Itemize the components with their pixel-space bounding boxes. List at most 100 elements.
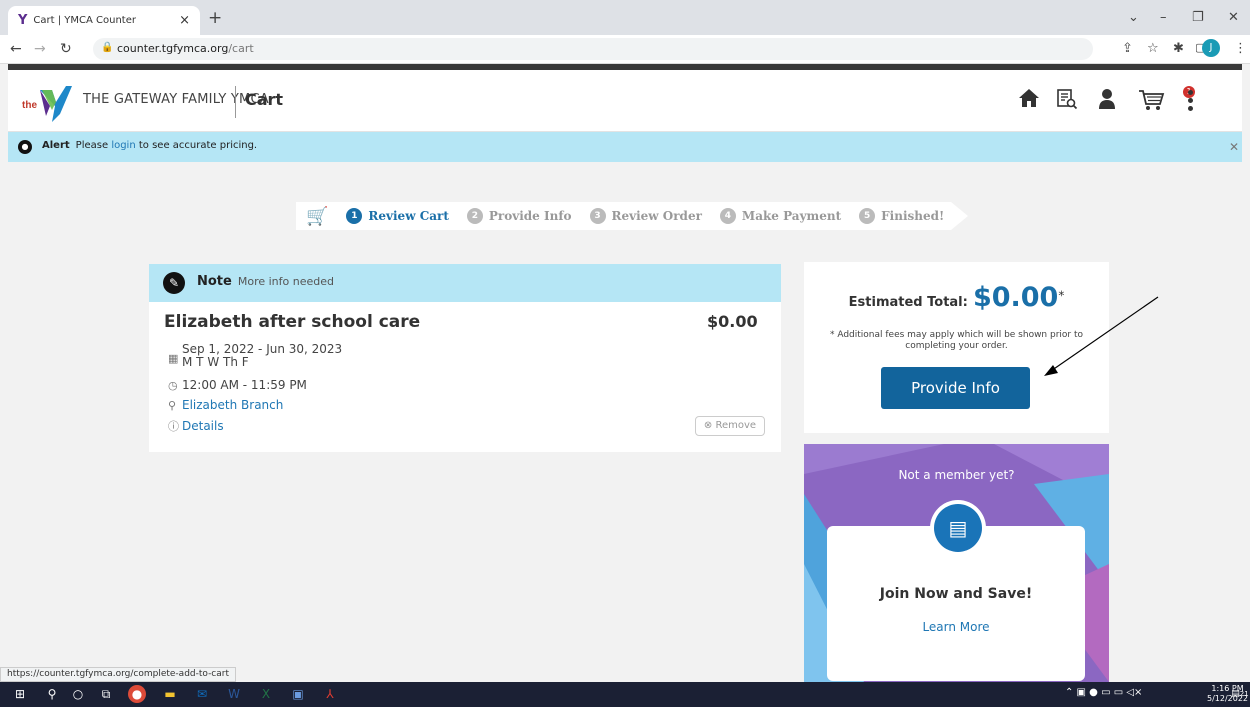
minimize-button[interactable]: – [1160, 10, 1167, 25]
notification-center-icon[interactable]: ▤21 [1230, 685, 1250, 703]
outlook-icon[interactable]: ✉ [192, 685, 212, 703]
step-label: Review Cart [368, 209, 449, 223]
tab-search-chevron-icon[interactable]: ⌄ [1128, 10, 1139, 25]
file-explorer-icon[interactable]: ▬ [160, 685, 180, 703]
shopping-cart-icon[interactable] [1138, 88, 1166, 112]
ymca-favicon-icon: Y [18, 13, 28, 28]
tab-title: Cart | YMCA Counter [33, 15, 136, 26]
step-make-payment: 4 Make Payment [719, 208, 842, 224]
step-review-order: 3 Review Order [589, 208, 702, 224]
item-price: $0.00 [707, 312, 758, 331]
alert-text-after: to see accurate pricing. [135, 140, 258, 151]
remote-desktop-icon[interactable]: ▣ [288, 685, 308, 703]
clock-icon: ◷ [168, 379, 178, 392]
learn-more-link[interactable]: Learn More [827, 620, 1085, 634]
item-name: Elizabeth after school care [164, 312, 421, 332]
new-tab-button[interactable]: + [208, 8, 222, 28]
notification-count: 21 [1239, 690, 1249, 698]
checkout-stepper: 🛒 1 Review Cart 2 Provide Info 3 Review Ord… [296, 202, 968, 230]
alert-label: Alert [42, 140, 70, 151]
note-label: Note [197, 274, 232, 289]
annotation-arrow [1044, 296, 1159, 376]
windows-taskbar [0, 682, 1250, 707]
url-path: /cart [228, 42, 254, 55]
stepper-cart-icon: 🛒 [306, 205, 329, 227]
join-now-heading: Join Now and Save! [879, 586, 1033, 602]
excel-icon[interactable]: X [256, 685, 276, 703]
forward-arrow-icon[interactable]: → [34, 41, 46, 57]
estimated-total-label: Estimated Total: [848, 295, 968, 310]
status-bar-url: https://counter.tgfymca.org/complete-add… [0, 667, 237, 682]
windows-start-icon[interactable]: ⊞ [10, 685, 30, 703]
window-close-button[interactable]: ✕ [1228, 10, 1239, 25]
step-label: Finished! [881, 209, 945, 223]
tab-close-icon[interactable]: × [179, 13, 190, 28]
item-time: 12:00 AM - 11:59 PM [182, 378, 307, 392]
task-view-icon[interactable]: ⧉ [96, 685, 116, 703]
page-title: Cart [245, 90, 284, 109]
word-icon[interactable]: W [224, 685, 244, 703]
item-branch-link[interactable]: ⚲ Elizabeth Branch [168, 398, 283, 412]
item-dates: ▦Sep 1, 2022 - Jun 30, 2023 M T W Th F [168, 343, 342, 369]
item-details: Details [182, 419, 224, 433]
provide-info-button[interactable]: Provide Info [881, 367, 1030, 409]
step-number: 4 [719, 208, 736, 224]
step-label: Provide Info [488, 209, 572, 223]
ymca-logo[interactable]: the [22, 80, 72, 122]
login-link[interactable]: login [111, 140, 135, 151]
step-finished: 5 Finished! [859, 208, 944, 224]
extensions-puzzle-icon[interactable]: ✱ [1173, 41, 1184, 56]
item-branch: Elizabeth Branch [182, 398, 284, 412]
step-number: 2 [466, 208, 483, 224]
alert-close-icon[interactable]: ✕ [1229, 140, 1239, 154]
profile-avatar[interactable]: J [1202, 39, 1220, 57]
url-domain: counter.tgfymca.org [117, 42, 229, 55]
account-user-icon[interactable] [1098, 88, 1116, 110]
remove-label: Remove [715, 420, 757, 431]
acrobat-icon[interactable]: ⅄ [320, 685, 340, 703]
item-days: M T W Th F [182, 355, 249, 369]
promo-title: Not a member yet? [898, 468, 1015, 482]
calendar-icon: ▦ [168, 352, 179, 365]
step-number: 3 [589, 208, 606, 224]
system-tray[interactable]: ⌃ ▣ ● ▭ ▭ ◁× [1065, 687, 1142, 698]
note-text: More info needed [237, 275, 334, 288]
remove-item-button[interactable]: ⊗ Remove [695, 416, 765, 436]
reload-icon[interactable]: ↻ [60, 41, 72, 57]
receipt-search-icon[interactable] [1056, 88, 1078, 110]
step-label: Make Payment [741, 209, 842, 223]
bookmark-star-icon[interactable]: ☆ [1147, 41, 1159, 56]
brand-divider [235, 86, 236, 118]
item-note-bar: ✎ Note More info needed [149, 264, 781, 302]
logo-the-text: the [22, 100, 37, 111]
step-number: 5 [859, 208, 876, 224]
item-date-range: Sep 1, 2022 - Jun 30, 2023 [182, 342, 343, 356]
maximize-button[interactable]: ❐ [1192, 10, 1204, 25]
remove-x-icon: ⊗ [703, 420, 713, 431]
site-menu-icon[interactable] [1188, 90, 1194, 114]
share-icon[interactable]: ⇪ [1122, 41, 1133, 56]
membership-card-icon: ▤ [930, 500, 986, 556]
location-pin-icon: ⚲ [168, 399, 177, 412]
step-provide-info: 2 Provide Info [466, 208, 572, 224]
browser-tab[interactable]: Y Cart | YMCA Counter × [8, 6, 200, 35]
info-icon: ⓘ [168, 420, 179, 433]
alert-icon: ● [18, 140, 32, 154]
lock-icon: 🔒 [101, 42, 114, 53]
url-field[interactable]: 🔒 counter.tgfymca.org/cart [93, 38, 1093, 60]
item-time-row: ◷ 12:00 AM - 11:59 PM [168, 378, 307, 392]
pencil-icon: ✎ [163, 272, 185, 294]
chrome-taskbar-icon[interactable]: ● [128, 685, 146, 703]
step-review-cart: 1 Review Cart [346, 208, 449, 224]
home-icon[interactable] [1018, 88, 1040, 108]
alert-text-before: Please [75, 140, 112, 151]
cortana-icon[interactable]: ○ [68, 685, 88, 703]
step-label: Review Order [611, 209, 702, 223]
pricing-alert: ● Alert Please login to see accurate pric… [8, 132, 1242, 162]
item-details-link[interactable]: ⓘ Details [168, 418, 224, 434]
taskbar-search-icon[interactable]: ⚲ [42, 685, 62, 703]
back-arrow-icon[interactable]: ← [10, 41, 22, 57]
browser-menu-icon[interactable]: ⋮ [1234, 41, 1247, 56]
brand-name: THE GATEWAY FAMILY YMCA [83, 92, 269, 107]
step-number: 1 [346, 208, 363, 224]
